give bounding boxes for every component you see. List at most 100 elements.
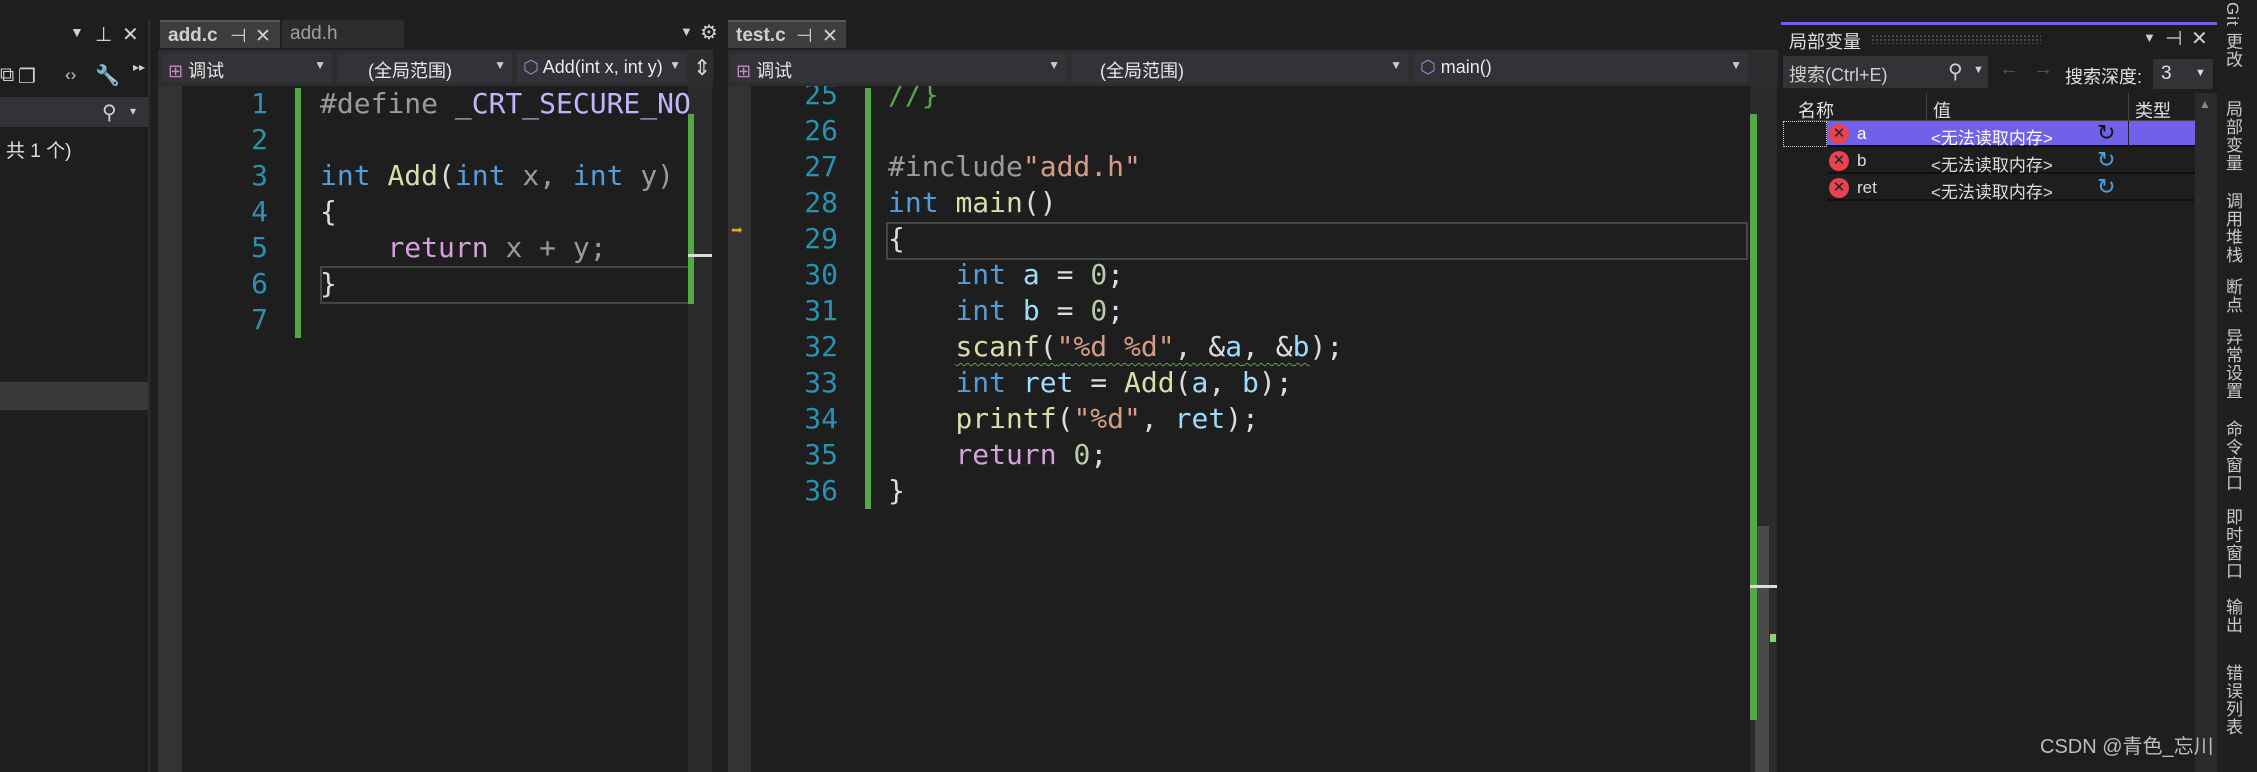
side-tab-exception-settings[interactable]: 异常设置 <box>2220 328 2245 400</box>
tab-add-c[interactable]: add.c ⊣ ✕ <box>160 20 280 48</box>
code-editor-add-c[interactable]: 1 #define _CRT_SECURE_NO 2 3 int Add(int x, … <box>158 86 713 772</box>
copy-icon[interactable]: ❐ <box>18 64 36 89</box>
focus-outline <box>1783 121 1827 147</box>
code-icon[interactable]: ‹› <box>65 65 76 85</box>
overflow-icon[interactable]: ▸▸ <box>133 60 145 74</box>
code-token: "%d %d" <box>1056 330 1175 363</box>
code-token: ); <box>1309 330 1344 363</box>
active-panel-accent <box>1781 22 2217 25</box>
line-number: 31 <box>804 294 838 327</box>
code-token: int <box>572 159 641 192</box>
project-dropdown[interactable]: ⊞ 调试 ▼ <box>162 53 332 83</box>
collapse-icon[interactable]: ⧉ <box>0 64 14 87</box>
line-number: 25 <box>804 86 838 111</box>
vertical-scrollbar[interactable] <box>1750 86 1777 772</box>
pin-icon[interactable]: ⊣ <box>230 25 247 48</box>
code-token: return <box>387 231 506 264</box>
code-editor-test-c[interactable]: ➡ 25 //} 26 27 #include"add.h" 28 int main() 29… <box>728 86 1778 772</box>
change-tracking-bar <box>865 88 871 509</box>
side-tab-error-list[interactable]: 错误列表 <box>2220 664 2245 736</box>
solution-explorer-panel: ▼ ⊥ ✕ ⧉ ❐ ‹› 🔧 ▸▸ ⚲ ▾ 共 1 个) <box>0 20 150 772</box>
refresh-icon[interactable]: ↻ <box>2097 174 2115 200</box>
side-tab-command-window[interactable]: 命令窗口 <box>2220 420 2245 492</box>
code-token: , <box>1208 366 1243 399</box>
tab-list-dropdown-icon[interactable]: ▼ <box>680 24 693 39</box>
pin-icon[interactable]: ⊣ <box>796 25 813 48</box>
csdn-watermark: CSDN @青色_忘川 <box>2040 736 2214 758</box>
tab-label: add.h <box>290 23 338 44</box>
selected-tree-row[interactable] <box>0 382 148 410</box>
refresh-icon[interactable]: ↻ <box>2097 120 2115 146</box>
close-icon[interactable]: ✕ <box>822 25 838 48</box>
refresh-icon[interactable]: ↻ <box>2097 147 2115 173</box>
scope-dropdown[interactable]: (全局范围) ▼ <box>1072 53 1408 83</box>
line-number: 7 <box>251 303 268 336</box>
column-type-header[interactable]: 类型 <box>2135 97 2171 123</box>
line-number: 29 <box>804 222 838 255</box>
vertical-scrollbar[interactable] <box>688 86 712 772</box>
drag-grip[interactable] <box>1871 34 2041 44</box>
code-token: b <box>1242 366 1259 399</box>
search-icon: ⚲ <box>102 102 117 124</box>
tab-test-c[interactable]: test.c ⊣ ✕ <box>728 20 846 48</box>
chevron-down-icon: ▼ <box>2195 67 2206 79</box>
locals-row-b[interactable]: ✕ b <无法读取内存> ↻ <box>1827 147 2195 175</box>
code-token: ; <box>1090 438 1108 471</box>
code-line: return 0; <box>888 437 1107 473</box>
panel-dropdown-icon[interactable]: ▼ <box>2143 30 2156 45</box>
panel-dropdown-icon[interactable]: ▼ <box>70 24 84 40</box>
locals-row-a[interactable]: ✕ a <无法读取内存> ↻ <box>1827 120 2195 148</box>
project-icon: ⊞ <box>168 61 184 81</box>
back-arrow-icon[interactable]: ← <box>1999 58 2019 81</box>
line-number: 35 <box>804 438 838 471</box>
scrollbar-thumb[interactable] <box>1755 526 1769 772</box>
locals-scrollbar[interactable]: ▲ <box>2195 93 2217 772</box>
project-label: 调试 <box>188 61 225 81</box>
side-tab-output[interactable]: 输出 <box>2220 598 2245 634</box>
search-depth-dropdown[interactable]: 3 ▼ <box>2153 59 2213 89</box>
forward-arrow-icon[interactable]: → <box>2033 58 2053 81</box>
chevron-down-icon: ▼ <box>314 58 326 72</box>
member-dropdown[interactable]: ⬡ Add(int x, int y) ▼ <box>517 53 687 83</box>
side-tab-breakpoints[interactable]: 断点 <box>2220 278 2245 314</box>
search-options-icon[interactable]: ▼ <box>1973 64 1984 76</box>
code-token: //} <box>888 86 939 111</box>
close-icon[interactable]: ✕ <box>255 25 271 48</box>
wrench-icon[interactable]: 🔧 <box>95 63 120 88</box>
indicator-margin <box>728 86 751 772</box>
variable-value: <无法读取内存> <box>1931 156 2053 175</box>
side-tab-immediate-window[interactable]: 即时窗口 <box>2220 508 2245 580</box>
pin-icon[interactable]: ⊥ <box>95 22 112 47</box>
search-depth-value: 3 <box>2161 63 2172 84</box>
code-token: int <box>955 294 1023 327</box>
tab-add-h[interactable]: add.h <box>282 20 404 48</box>
search-placeholder: 搜索(Ctrl+E) <box>1789 65 1888 85</box>
column-name-header[interactable]: 名称 <box>1798 97 1834 123</box>
locals-row-ret[interactable]: ✕ ret <无法读取内存> ↻ <box>1827 174 2195 202</box>
panel-search-input[interactable]: ⚲ ▾ <box>0 97 148 127</box>
split-window-icon[interactable]: ⇕ <box>693 55 711 81</box>
variable-value: <无法读取内存> <box>1931 183 2053 202</box>
gear-icon[interactable]: ⚙ <box>700 20 718 45</box>
scope-dropdown[interactable]: (全局范围) ▼ <box>338 53 512 83</box>
summary-text: 共 1 个) <box>6 141 72 162</box>
code-token: int <box>955 366 1023 399</box>
search-depth-label: 搜索深度: <box>2065 67 2143 87</box>
side-tab-git-changes[interactable]: Git 更改 <box>2220 2 2245 68</box>
line-number: 3 <box>251 159 268 192</box>
side-tab-call-stack[interactable]: 调用堆栈 <box>2220 192 2245 264</box>
side-tab-locals[interactable]: 局部变量 <box>2220 100 2245 172</box>
pin-icon[interactable]: ⊣ <box>2165 26 2182 51</box>
code-token: b <box>1292 330 1310 363</box>
search-options-icon[interactable]: ▾ <box>130 104 136 118</box>
member-dropdown[interactable]: ⬡ main() ▼ <box>1414 53 1748 83</box>
close-icon[interactable]: ✕ <box>2191 26 2208 51</box>
locals-search-input[interactable]: 搜索(Ctrl+E) ⚲ ▼ <box>1783 56 1988 88</box>
variable-value: <无法读取内存> <box>1931 129 2053 148</box>
project-dropdown[interactable]: ⊞ 调试 ▼ <box>730 53 1066 83</box>
close-icon[interactable]: ✕ <box>122 22 139 47</box>
column-value-header[interactable]: 值 <box>1933 97 1951 123</box>
